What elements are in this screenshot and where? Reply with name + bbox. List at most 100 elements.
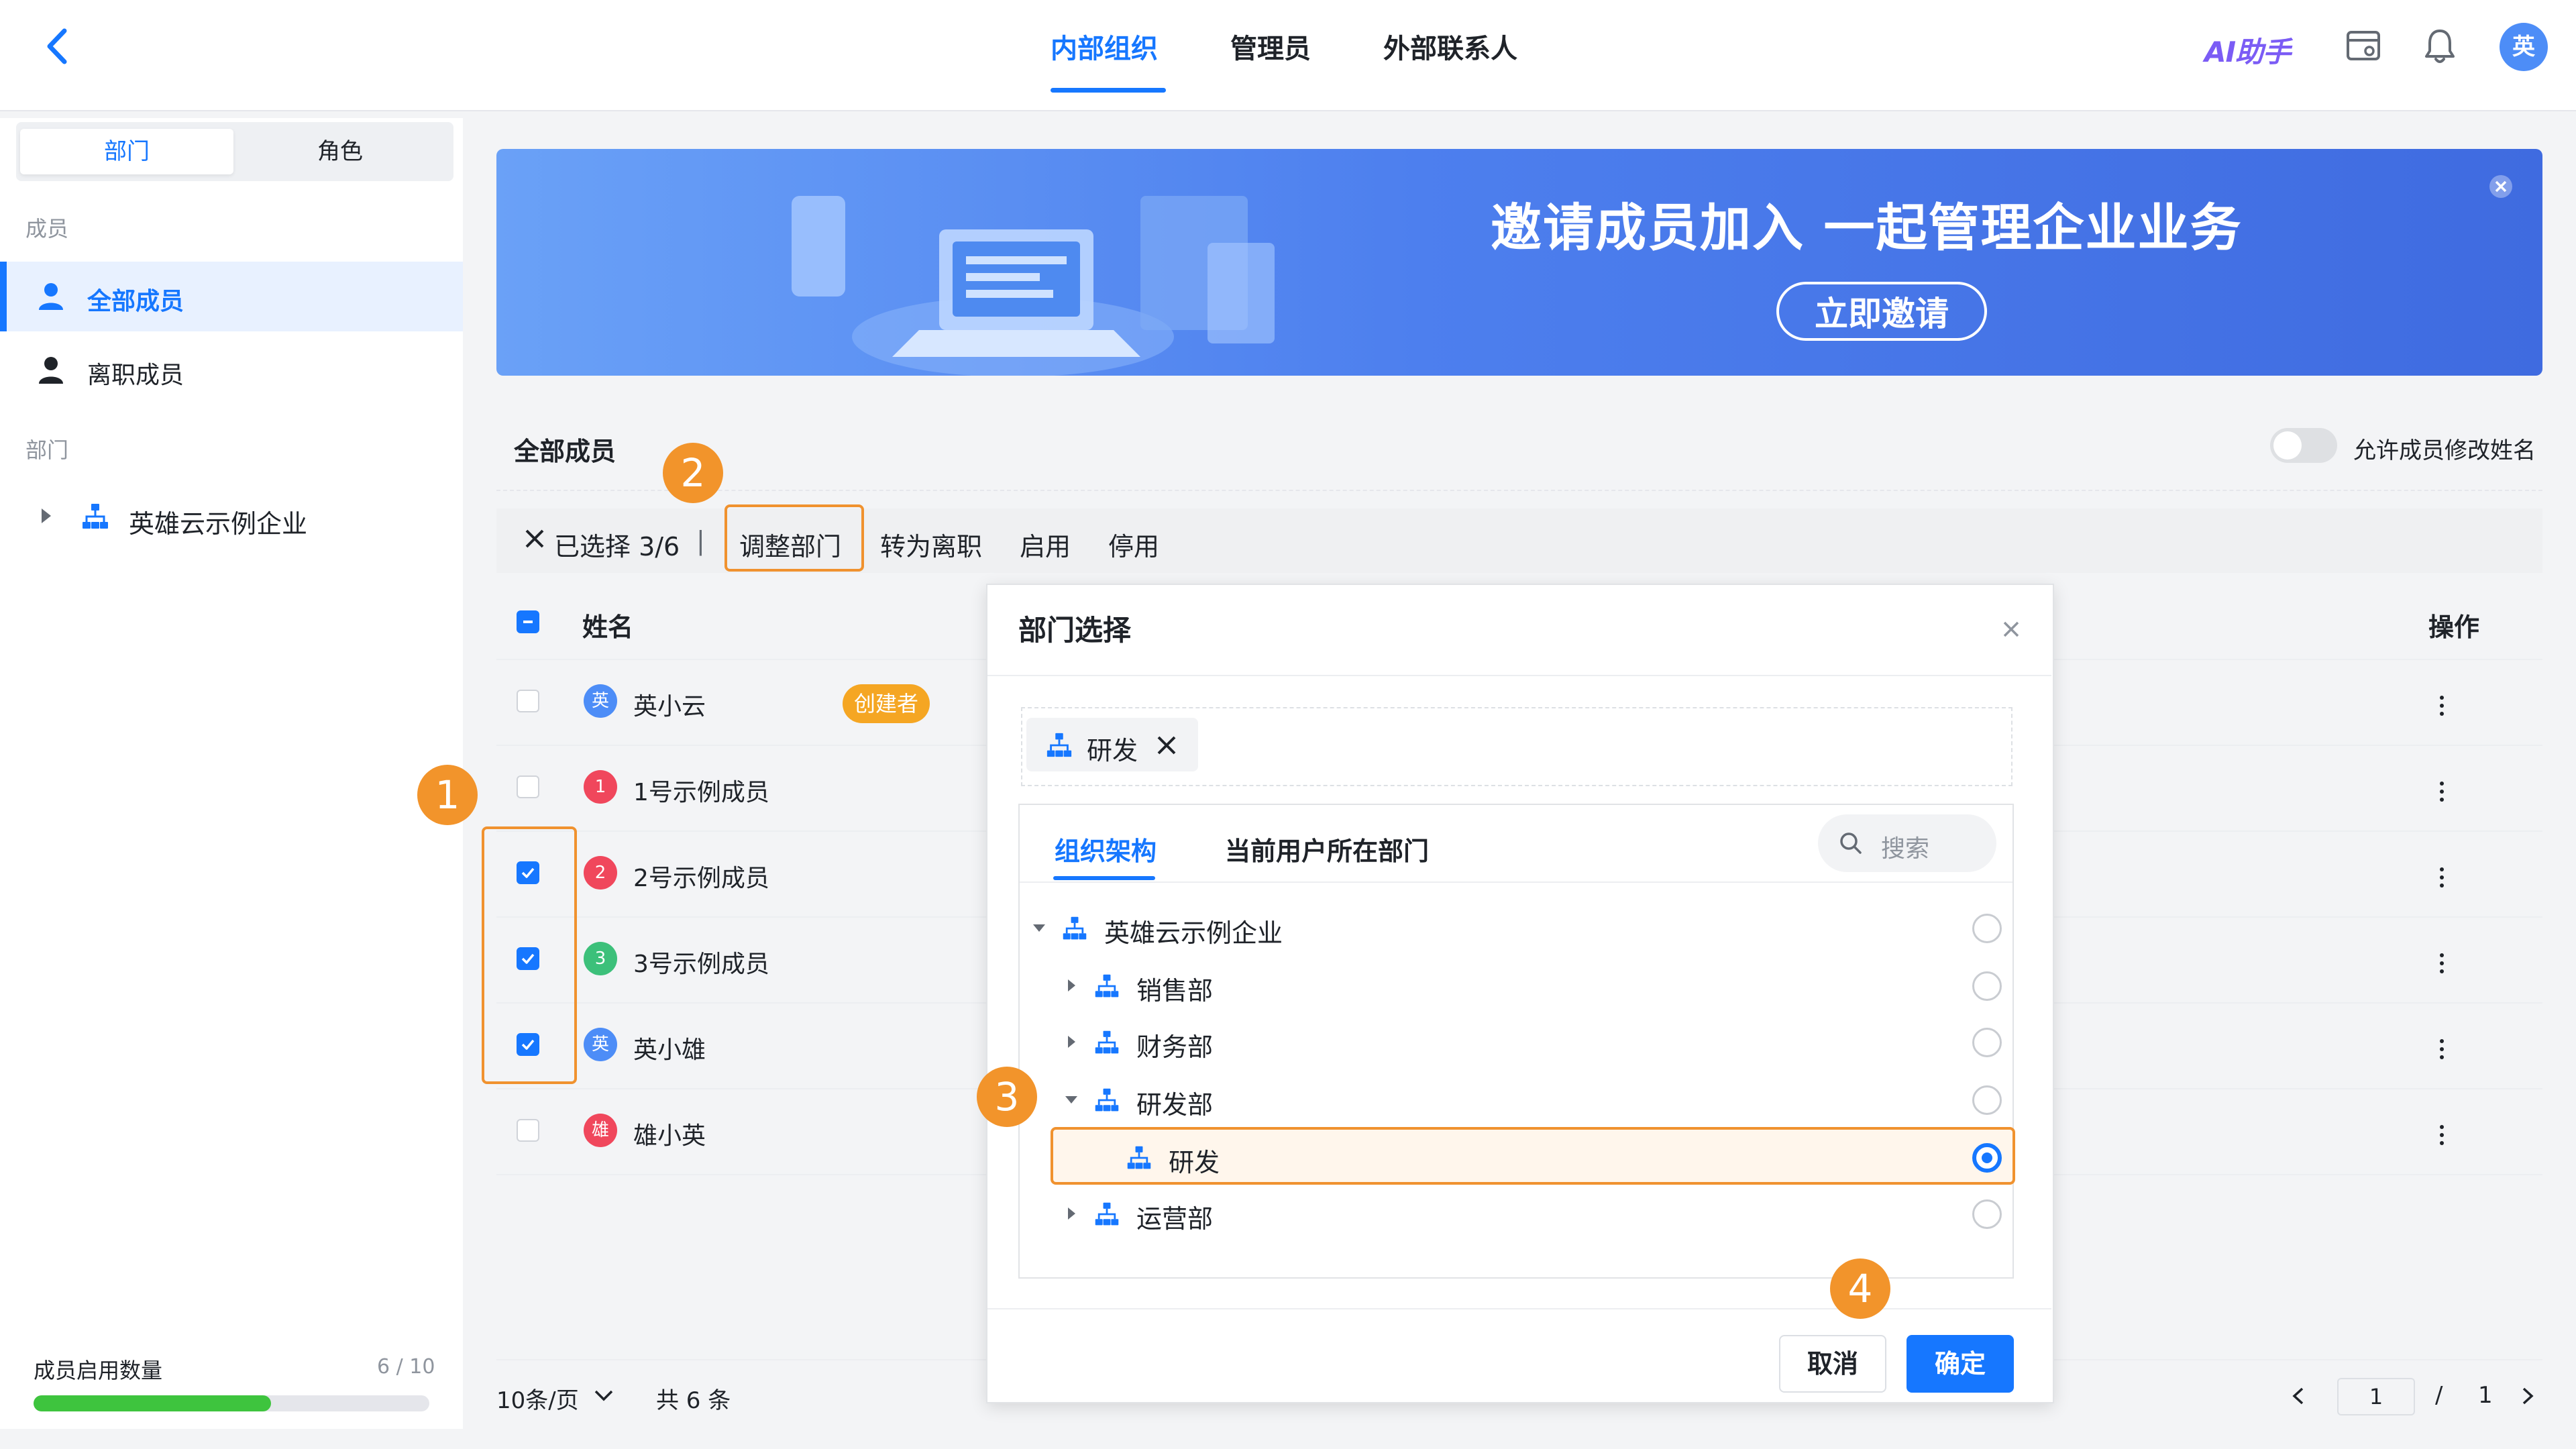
- member-name: 1号示例成员: [633, 779, 769, 806]
- more-options-icon[interactable]: [2435, 692, 2449, 719]
- user-icon: [38, 356, 64, 385]
- resign-button[interactable]: 转为离职: [880, 526, 982, 563]
- console-icon[interactable]: [2345, 30, 2381, 63]
- more-options-icon[interactable]: [2435, 864, 2449, 891]
- chevron-down-icon[interactable]: [593, 1387, 614, 1403]
- search-icon: [1838, 830, 1864, 856]
- tree-node-label[interactable]: 英雄云示例企业: [1104, 912, 1283, 949]
- more-options-icon[interactable]: [2435, 1036, 2449, 1063]
- allow-rename-toggle[interactable]: [2270, 428, 2337, 463]
- section-members: 成员: [25, 216, 69, 241]
- member-name: 英小云: [633, 693, 706, 720]
- more-options-icon[interactable]: [2435, 1122, 2449, 1148]
- row-checkbox[interactable]: [517, 775, 539, 798]
- org-tree-icon: [80, 502, 110, 531]
- org-tree-icon: [1093, 1087, 1120, 1114]
- ai-assistant-button[interactable]: AI助手: [2204, 30, 2291, 70]
- prev-page-icon[interactable]: [2290, 1386, 2306, 1406]
- adjust-department-button[interactable]: 调整部门: [739, 526, 841, 563]
- next-page-icon[interactable]: [2520, 1386, 2536, 1406]
- tree-tab-underline: [1053, 876, 1155, 880]
- enable-button[interactable]: 启用: [1020, 526, 1071, 563]
- member-avatar: 雄: [584, 1114, 617, 1147]
- sidebar-item-all-members[interactable]: 全部成员: [0, 262, 463, 331]
- org-tree-icon: [1126, 1144, 1152, 1171]
- member-avatar: 英: [584, 684, 617, 718]
- tree-node-radio[interactable]: [1972, 1085, 2002, 1115]
- remove-chip-icon[interactable]: [1155, 734, 1178, 757]
- disable-button[interactable]: 停用: [1108, 526, 1159, 563]
- tree-node-radio[interactable]: [1972, 1143, 2002, 1173]
- org-tree-icon: [1093, 973, 1120, 1000]
- total-count: 共 6 条: [656, 1387, 731, 1414]
- page-size-select[interactable]: 10条/页: [496, 1382, 579, 1415]
- chip-label: 研发: [1087, 736, 1138, 765]
- caret-right-icon[interactable]: [1061, 1203, 1081, 1224]
- more-options-icon[interactable]: [2435, 778, 2449, 805]
- dialog-divider: [987, 675, 2051, 676]
- banner-close-icon[interactable]: [2487, 173, 2514, 200]
- tab-org-structure[interactable]: 组织架构: [1055, 830, 1157, 867]
- org-tree-icon: [1093, 1029, 1120, 1056]
- member-name: 3号示例成员: [633, 951, 769, 978]
- tree-node-radio[interactable]: [1972, 1199, 2002, 1229]
- selected-rows-highlight-box: [482, 826, 577, 1084]
- search-placeholder: 搜索: [1881, 835, 1930, 863]
- member-name: 英小雄: [633, 1036, 706, 1064]
- org-tree-icon: [1061, 915, 1088, 942]
- caret-right-icon[interactable]: [1061, 1032, 1081, 1052]
- bell-icon[interactable]: [2423, 27, 2457, 66]
- org-tree-icon: [1093, 1201, 1120, 1228]
- member-avatar: 2: [584, 856, 617, 890]
- tab-current-user-departments[interactable]: 当前用户所在部门: [1225, 830, 1429, 867]
- row-checkbox[interactable]: [517, 1119, 539, 1142]
- more-options-icon[interactable]: [2435, 950, 2449, 977]
- member-avatar: 英: [584, 1028, 617, 1061]
- divider: [496, 490, 2542, 491]
- creator-badge: 创建者: [843, 684, 930, 723]
- row-checkbox[interactable]: [517, 690, 539, 712]
- page-separator: /: [2435, 1382, 2443, 1409]
- invite-now-button[interactable]: 立即邀请: [1776, 282, 1987, 341]
- org-tree-icon: [1045, 731, 1073, 759]
- tab-internal-org[interactable]: 内部组织: [1051, 27, 1158, 66]
- page-input[interactable]: 1: [2337, 1378, 2415, 1415]
- confirm-button[interactable]: 确定: [1907, 1335, 2014, 1393]
- tree-tab-divider: [1020, 881, 2012, 883]
- step-marker-3: 3: [977, 1067, 1037, 1127]
- column-actions: 操作: [2428, 612, 2480, 642]
- caret-down-icon[interactable]: [1029, 918, 1049, 938]
- user-icon: [38, 282, 64, 311]
- clear-selection-icon[interactable]: [523, 527, 546, 550]
- tree-node-label[interactable]: 研发: [1169, 1142, 1220, 1179]
- caret-down-icon[interactable]: [1061, 1089, 1081, 1110]
- tree-node-label[interactable]: 研发部: [1136, 1084, 1213, 1121]
- member-name: 雄小英: [633, 1122, 706, 1150]
- tab-active-underline: [1051, 88, 1166, 93]
- tree-node-label[interactable]: 运营部: [1136, 1198, 1213, 1235]
- tree-node-label[interactable]: 财务部: [1136, 1026, 1213, 1063]
- tree-node-radio[interactable]: [1972, 971, 2002, 1001]
- tree-node-radio[interactable]: [1972, 914, 2002, 943]
- tree-node-label[interactable]: 销售部: [1136, 970, 1213, 1007]
- dept-root-label[interactable]: 英雄云示例企业: [129, 503, 307, 540]
- quota-label: 成员启用数量: [34, 1358, 163, 1383]
- tab-external-contacts[interactable]: 外部联系人: [1383, 27, 1517, 66]
- sidebar-item-resigned-members[interactable]: 离职成员: [0, 335, 463, 405]
- select-all-checkbox[interactable]: [517, 610, 539, 633]
- user-avatar[interactable]: 英: [2500, 23, 2548, 71]
- segment-department[interactable]: 部门: [20, 129, 233, 174]
- caret-right-icon[interactable]: [38, 506, 54, 526]
- caret-right-icon[interactable]: [1061, 975, 1081, 996]
- tab-admins[interactable]: 管理员: [1230, 27, 1311, 66]
- segment-role[interactable]: 角色: [233, 129, 447, 174]
- step-marker-1: 1: [417, 765, 478, 825]
- invite-banner: [496, 149, 2542, 376]
- department-search-input[interactable]: 搜索: [1818, 814, 1996, 872]
- dialog-close-icon[interactable]: [1999, 617, 2023, 641]
- tree-node-radio[interactable]: [1972, 1028, 2002, 1057]
- cancel-button[interactable]: 取消: [1779, 1335, 1886, 1393]
- dialog-footer-divider: [987, 1308, 2051, 1309]
- quota-progress-fill: [34, 1395, 271, 1411]
- back-icon[interactable]: [38, 23, 78, 70]
